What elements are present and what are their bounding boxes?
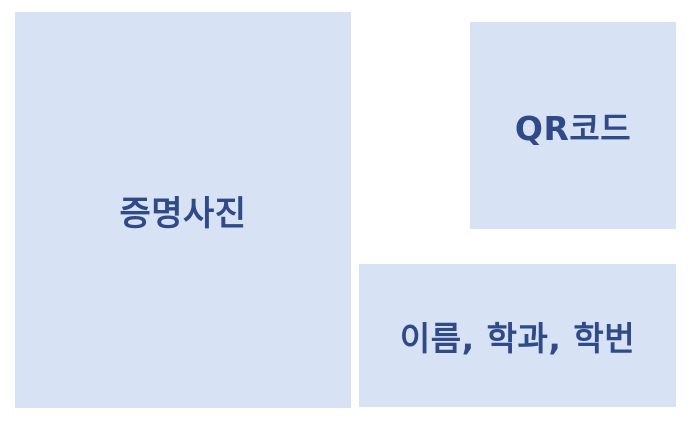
student-info-label: 이름, 학과, 학번 xyxy=(399,318,636,358)
qr-code-placeholder-box: QR코드 xyxy=(470,22,676,229)
photo-placeholder-box: 증명사진 xyxy=(15,12,351,408)
id-card-layout: 증명사진 QR코드 이름, 학과, 학번 xyxy=(0,0,691,421)
student-info-placeholder-box: 이름, 학과, 학번 xyxy=(359,264,676,407)
qr-code-label: QR코드 xyxy=(514,108,632,148)
photo-label: 증명사진 xyxy=(119,193,247,234)
